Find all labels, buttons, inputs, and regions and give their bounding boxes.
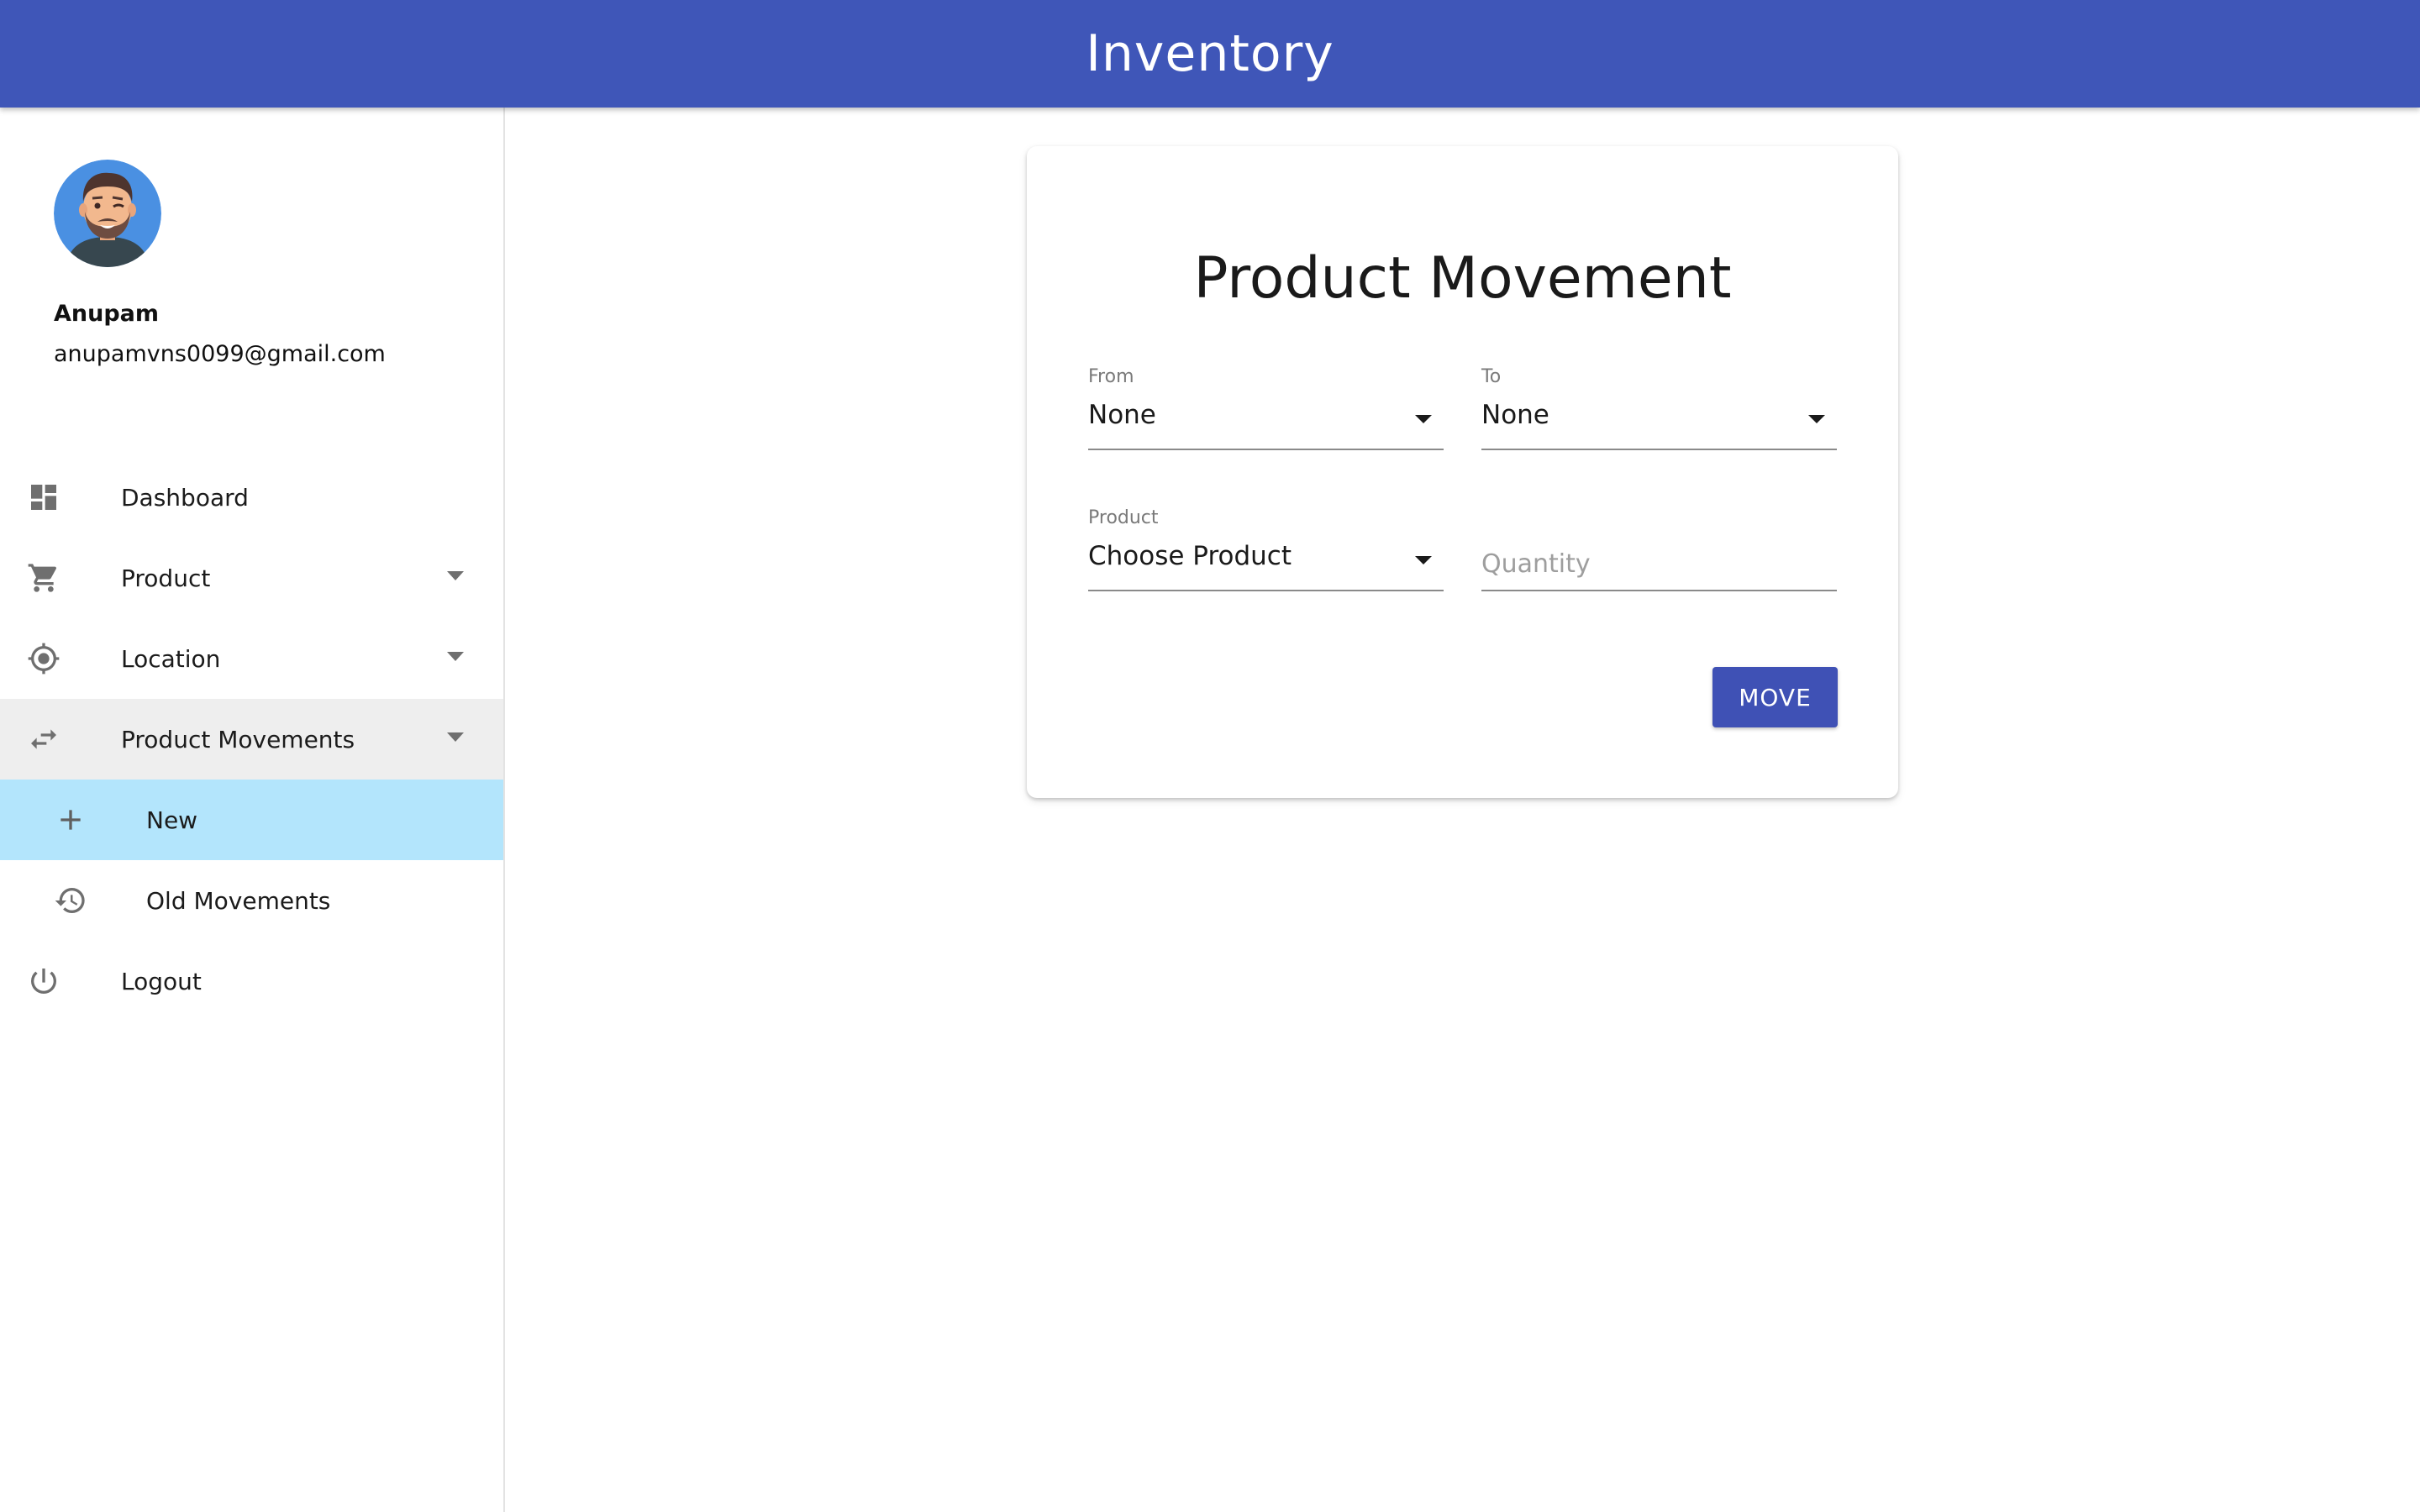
product-select[interactable]: Product Choose Product xyxy=(1088,507,1444,591)
sidebar-item-label: Location xyxy=(121,644,221,673)
main-content: Product Movement From None To None Produ… xyxy=(505,108,2420,1512)
product-value: Choose Product xyxy=(1088,541,1292,571)
chevron-down-icon xyxy=(447,732,464,742)
sidebar-item-label: Product Movements xyxy=(121,725,355,753)
sidebar: Anupam anupamvns0099@gmail.com Dashboard… xyxy=(0,108,505,1512)
app-title: Inventory xyxy=(1086,24,1334,83)
chevron-down-icon xyxy=(1415,556,1432,564)
plus-icon xyxy=(54,803,87,837)
quantity-input[interactable] xyxy=(1481,538,1837,591)
chevron-down-icon xyxy=(1808,415,1825,423)
sidebar-item-location[interactable]: Location xyxy=(0,618,503,699)
history-icon xyxy=(54,884,87,917)
location-icon xyxy=(27,642,60,675)
to-value: None xyxy=(1481,400,1549,430)
from-select[interactable]: From None xyxy=(1088,366,1444,450)
dashboard-icon xyxy=(27,480,60,514)
to-select[interactable]: To None xyxy=(1481,366,1837,450)
from-value: None xyxy=(1088,400,1156,430)
sidebar-item-new[interactable]: New xyxy=(0,780,503,860)
user-email: anupamvns0099@gmail.com xyxy=(54,341,386,367)
power-icon xyxy=(27,964,60,998)
chevron-down-icon xyxy=(447,571,464,580)
from-label: From xyxy=(1088,366,1134,387)
sidebar-item-label: Dashboard xyxy=(121,483,249,512)
avatar-image xyxy=(54,160,161,267)
page-title: Product Movement xyxy=(1193,245,1732,312)
app-header: Inventory xyxy=(0,0,2420,108)
chevron-down-icon xyxy=(1415,415,1432,423)
avatar xyxy=(54,160,161,267)
chevron-down-icon xyxy=(447,652,464,661)
sidebar-item-logout[interactable]: Logout xyxy=(0,941,503,1021)
to-label: To xyxy=(1481,366,1502,387)
sidebar-item-dashboard[interactable]: Dashboard xyxy=(0,457,503,538)
sidebar-item-product[interactable]: Product xyxy=(0,538,503,618)
product-label: Product xyxy=(1088,507,1159,528)
move-button[interactable]: MOVE xyxy=(1712,667,1838,727)
sidebar-item-label: Product xyxy=(121,564,211,592)
sidebar-item-label: New xyxy=(146,806,198,834)
cart-icon xyxy=(27,561,60,595)
sidebar-item-product-movements[interactable]: Product Movements xyxy=(0,699,503,780)
sidebar-item-label: Logout xyxy=(121,967,202,995)
sidebar-item-label: Old Movements xyxy=(146,886,331,915)
sidebar-item-old-movements[interactable]: Old Movements xyxy=(0,860,503,941)
product-movement-card: Product Movement From None To None Produ… xyxy=(1027,146,1898,798)
user-name: Anupam xyxy=(54,301,160,327)
app-root: Inventory Anupam anupamvns0099@gmail.com… xyxy=(0,0,2420,1512)
sidebar-nav: Dashboard Product Location Product Movem… xyxy=(0,457,503,1021)
swap-icon xyxy=(27,722,60,756)
